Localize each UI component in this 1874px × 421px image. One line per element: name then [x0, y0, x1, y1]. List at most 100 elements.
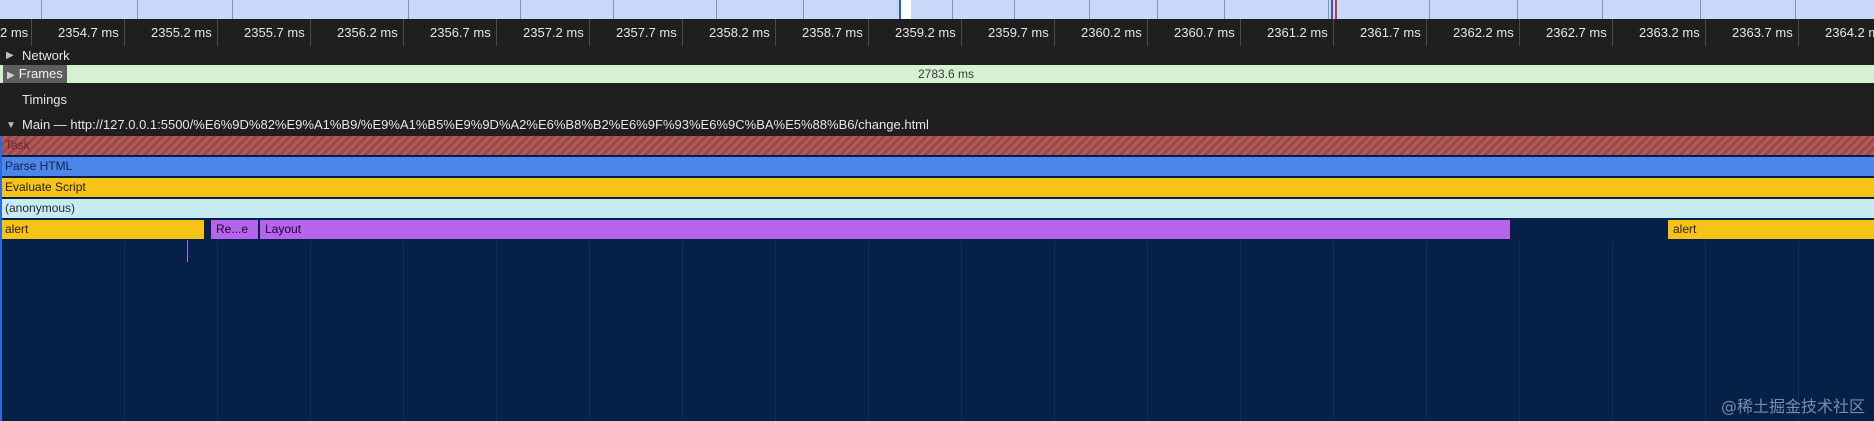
overview-tick [520, 0, 521, 19]
ruler-divider [1612, 19, 1613, 46]
expand-triangle-icon[interactable]: ▶ [7, 70, 15, 81]
ruler-divider [1240, 19, 1241, 46]
ruler-divider [775, 19, 776, 46]
network-track-header[interactable]: ▶ Network [0, 46, 1874, 65]
grid-line [1426, 241, 1427, 421]
ruler-label: 2358.2 ms [709, 25, 770, 40]
overview-tick [232, 0, 233, 19]
flame-layout[interactable]: Layout [260, 220, 1510, 239]
ruler-divider [31, 19, 32, 46]
main-track-title: Main — http://127.0.0.1:5500/%E6%9D%82%E… [22, 117, 929, 132]
overview-tick [1089, 0, 1090, 19]
ruler-label: 2363.7 ms [1732, 25, 1793, 40]
ruler-label: 2355.2 ms [151, 25, 212, 40]
ruler-divider [961, 19, 962, 46]
flame-alert[interactable]: alert [1668, 220, 1874, 239]
ruler-label: 2354.7 ms [58, 25, 119, 40]
flame-left-edge [0, 136, 2, 421]
overview-selection[interactable] [901, 0, 911, 19]
ruler-label: 2357.2 ms [523, 25, 584, 40]
frames-track[interactable]: ▶ Frames 2783.6 ms [0, 65, 1874, 83]
ruler-label: 2362.7 ms [1546, 25, 1607, 40]
network-track-title: Network [22, 48, 70, 63]
overview-tick [1157, 0, 1158, 19]
collapse-triangle-icon[interactable]: ▼ [6, 120, 16, 131]
overview-tick [1795, 0, 1796, 19]
timings-track-title: Timings [22, 92, 68, 107]
overview-tick [1224, 0, 1225, 19]
grid-line [1147, 241, 1148, 421]
overview-tick [1602, 0, 1603, 19]
ruler-divider [217, 19, 218, 46]
overview-tick [1700, 0, 1701, 19]
overview-tick [1517, 0, 1518, 19]
frames-track-header[interactable]: ▶ Frames [3, 65, 67, 83]
overview-tick [716, 0, 717, 19]
grid-line [868, 241, 869, 421]
overview-tick [1328, 0, 1329, 19]
overview-tick [952, 0, 953, 19]
ruler-label: 2 ms [0, 25, 29, 40]
ruler-label: 2358.7 ms [802, 25, 863, 40]
overview-tick [1014, 0, 1015, 19]
ruler-divider [1147, 19, 1148, 46]
ruler-divider [310, 19, 311, 46]
ruler-divider [1705, 19, 1706, 46]
flame-evaluate-script[interactable]: Evaluate Script [0, 178, 1874, 197]
flame-small-event[interactable] [187, 240, 188, 262]
ruler-label: 2361.7 ms [1360, 25, 1421, 40]
time-ruler: 2 ms 2354.7 ms 2355.2 ms 2355.7 ms 2356.… [0, 19, 1874, 46]
ruler-label: 2356.2 ms [337, 25, 398, 40]
grid-line [1333, 241, 1334, 421]
ruler-label: 2360.7 ms [1174, 25, 1235, 40]
watermark: @稀土掘金技术社区 [1720, 397, 1865, 416]
ruler-divider [1333, 19, 1334, 46]
flame-parse-html[interactable]: Parse HTML [0, 157, 1874, 176]
overview-tick [613, 0, 614, 19]
ruler-divider [1426, 19, 1427, 46]
grid-line [1054, 241, 1055, 421]
ruler-divider [682, 19, 683, 46]
ruler-label: 2359.2 ms [895, 25, 956, 40]
ruler-divider [868, 19, 869, 46]
ruler-divider [124, 19, 125, 46]
frame-duration[interactable]: 2783.6 ms [918, 67, 974, 81]
ruler-label: 2364.2 ms [1825, 25, 1874, 40]
grid-line [496, 241, 497, 421]
grid-line [1612, 241, 1613, 421]
grid-line [682, 241, 683, 421]
frames-track-title: Frames [18, 66, 63, 81]
grid-line [775, 241, 776, 421]
ruler-label: 2363.2 ms [1639, 25, 1700, 40]
ruler-label: 2360.2 ms [1081, 25, 1142, 40]
expand-triangle-icon[interactable]: ▶ [6, 50, 14, 61]
overview-tick [41, 0, 42, 19]
overview-tick [803, 0, 804, 19]
overview-marker [1335, 0, 1337, 19]
timeline-overview[interactable] [0, 0, 1874, 19]
ruler-label: 2355.7 ms [244, 25, 305, 40]
ruler-label: 2361.2 ms [1267, 25, 1328, 40]
flame-task[interactable]: Task [0, 136, 1874, 155]
ruler-divider [1798, 19, 1799, 46]
overview-tick [408, 0, 409, 19]
flame-recalculate-style[interactable]: Re...e [211, 220, 258, 239]
timings-track-header[interactable]: Timings [0, 83, 1874, 113]
grid-line [1705, 241, 1706, 421]
grid-line [124, 241, 125, 421]
grid-line [589, 241, 590, 421]
ruler-label: 2359.7 ms [988, 25, 1049, 40]
grid-line [403, 241, 404, 421]
flame-alert[interactable]: alert [0, 220, 204, 239]
flame-anonymous[interactable]: (anonymous) [0, 199, 1874, 218]
ruler-label: 2357.7 ms [616, 25, 677, 40]
ruler-divider [403, 19, 404, 46]
overview-tick [137, 0, 138, 19]
main-track-header[interactable]: ▼ Main — http://127.0.0.1:5500/%E6%9D%82… [0, 113, 1874, 136]
grid-line [1240, 241, 1241, 421]
ruler-label: 2356.7 ms [430, 25, 491, 40]
grid-line [961, 241, 962, 421]
grid-line [1519, 241, 1520, 421]
ruler-divider [496, 19, 497, 46]
ruler-label: 2362.2 ms [1453, 25, 1514, 40]
